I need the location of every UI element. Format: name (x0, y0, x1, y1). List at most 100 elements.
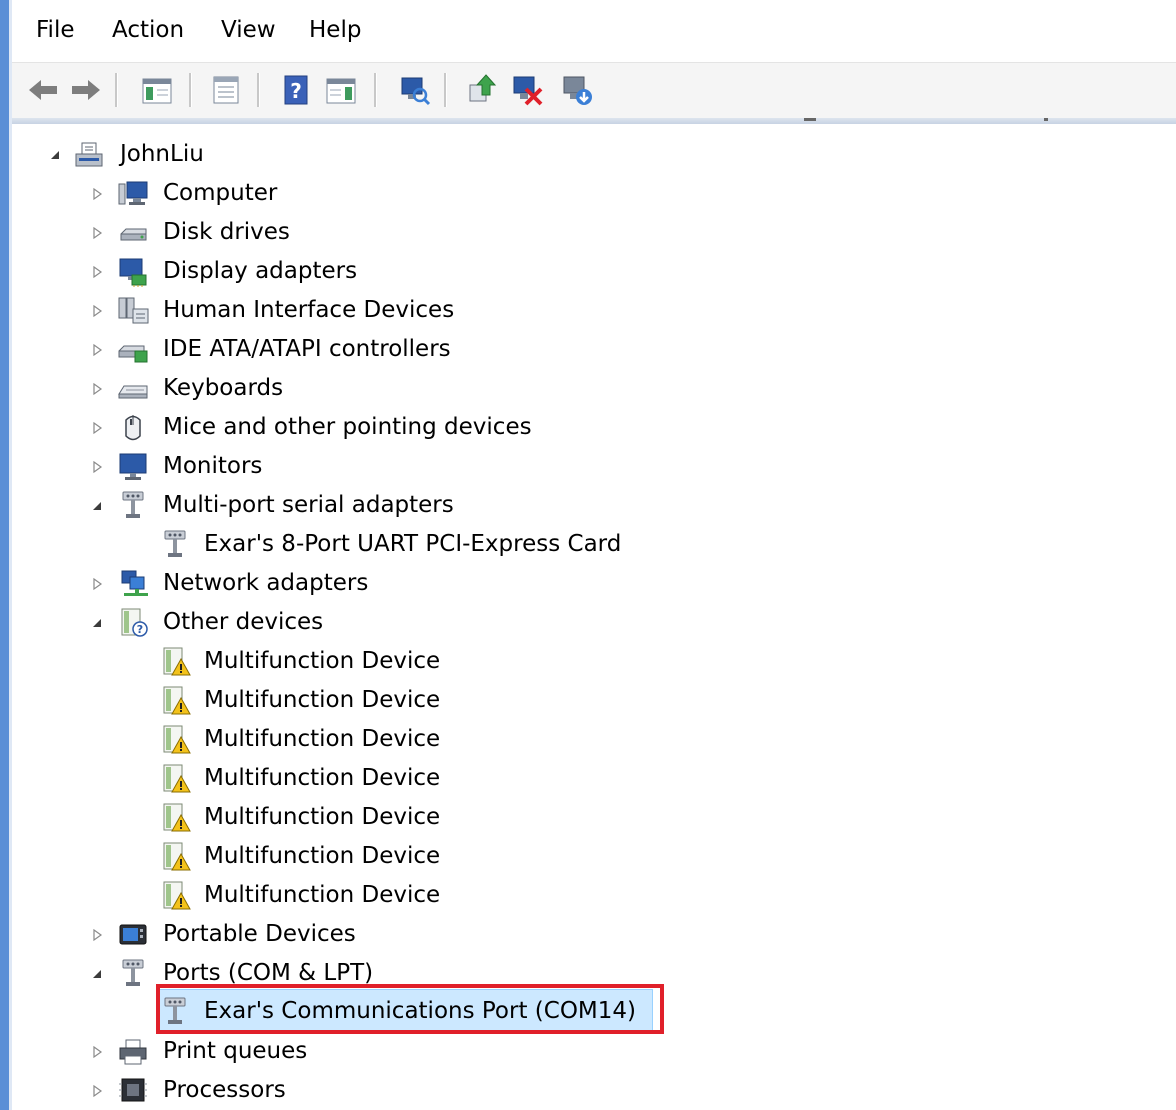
tree-node-ide[interactable]: IDE ATA/ATAPI controllers (12, 330, 512, 369)
tree-node-computer[interactable]: Computer (12, 174, 412, 213)
tree-node-label: Multifunction Device (204, 687, 441, 713)
tree-node-multifunction-device[interactable]: Multifunction Device (12, 681, 472, 720)
menu-file[interactable]: File (30, 14, 81, 46)
tree-node-multifunction-device[interactable]: Multifunction Device (12, 837, 472, 876)
expanded-arrow-icon[interactable] (90, 616, 104, 630)
tree-node-label: Multifunction Device (204, 648, 441, 674)
tree-node-root[interactable]: JohnLiu (12, 135, 312, 174)
show-hide-console-tree-icon[interactable] (138, 71, 176, 109)
tree-node-mice[interactable]: Mice and other pointing devices (12, 408, 612, 447)
warning-device-icon (158, 684, 192, 717)
column-marker (1044, 118, 1048, 121)
tree-node-label: Exar's 8-Port UART PCI-Express Card (204, 531, 622, 557)
collapsed-arrow-icon[interactable] (90, 226, 104, 240)
toolbar-separator (189, 73, 192, 107)
tree-node-label: Monitors (163, 453, 263, 479)
human-interface-device-icon (116, 294, 150, 327)
toolbar-separator (257, 73, 260, 107)
warning-device-icon (158, 840, 192, 873)
show-action-pane-icon[interactable] (322, 71, 360, 109)
svg-text:?: ? (290, 79, 302, 103)
tree-node-label: Multifunction Device (204, 804, 441, 830)
tree-node-label: Multifunction Device (204, 843, 441, 869)
menu-action[interactable]: Action (106, 14, 190, 46)
collapsed-arrow-icon[interactable] (90, 265, 104, 279)
tree-node-other-devices[interactable]: ? Other devices (12, 603, 412, 642)
disable-device-icon[interactable] (508, 71, 546, 109)
tree-node-multifunction-device[interactable]: Multifunction Device (12, 759, 472, 798)
warning-device-icon (158, 723, 192, 756)
collapsed-arrow-icon[interactable] (90, 187, 104, 201)
tree-node-print-queues[interactable]: Print queues (12, 1032, 412, 1071)
collapsed-arrow-icon[interactable] (90, 421, 104, 435)
display-adapter-icon (116, 255, 150, 288)
tree-node-label: Multifunction Device (204, 765, 441, 791)
menu-help[interactable]: Help (303, 14, 367, 46)
tree-node-exar-card[interactable]: Exar's 8-Port UART PCI-Express Card (12, 525, 632, 564)
tree-node-label: JohnLiu (120, 141, 204, 167)
tree-node-network-adapters[interactable]: Network adapters (12, 564, 412, 603)
tree-node-label: Keyboards (163, 375, 284, 401)
network-adapter-icon (116, 567, 150, 600)
column-marker (804, 118, 816, 121)
tree-node-label: Network adapters (163, 570, 369, 596)
toolbar: ? (12, 62, 1176, 119)
back-icon[interactable] (24, 71, 62, 109)
collapsed-arrow-icon[interactable] (90, 928, 104, 942)
warning-device-icon (158, 762, 192, 795)
collapsed-arrow-icon[interactable] (90, 460, 104, 474)
tree-node-label: Multifunction Device (204, 726, 441, 752)
tree-node-disk-drives[interactable]: Disk drives (12, 213, 412, 252)
monitor-icon (116, 450, 150, 483)
tree-node-multiport-serial[interactable]: Multi-port serial adapters (12, 486, 512, 525)
toolbar-separator (444, 73, 447, 107)
tree-node-label: Multifunction Device (204, 882, 441, 908)
collapsed-arrow-icon[interactable] (90, 1045, 104, 1059)
tree-node-display-adapters[interactable]: Display adapters (12, 252, 412, 291)
collapsed-arrow-icon[interactable] (90, 343, 104, 357)
ide-controller-icon (116, 333, 150, 366)
computer-icon (116, 177, 150, 210)
tree-node-label: Multi-port serial adapters (163, 492, 454, 518)
tree-node-multifunction-device[interactable]: Multifunction Device (12, 798, 472, 837)
menu-view[interactable]: View (215, 14, 282, 46)
update-driver-icon[interactable] (462, 71, 500, 109)
printer-icon (116, 1035, 150, 1068)
tree-node-processors[interactable]: Processors (12, 1071, 412, 1110)
uninstall-device-icon[interactable] (558, 71, 596, 109)
menu-bar: File Action View Help (12, 0, 1176, 62)
scan-hardware-changes-icon[interactable] (394, 71, 432, 109)
toolbar-separator (374, 73, 377, 107)
tree-node-label: Disk drives (163, 219, 290, 245)
tree-node-label: Processors (163, 1077, 286, 1103)
forward-icon[interactable] (67, 71, 105, 109)
tree-node-multifunction-device[interactable]: Multifunction Device (12, 720, 472, 759)
serial-port-icon (116, 957, 150, 990)
tree-node-monitors[interactable]: Monitors (12, 447, 412, 486)
expanded-arrow-icon[interactable] (90, 499, 104, 513)
serial-port-icon (116, 489, 150, 522)
disk-drive-icon (116, 216, 150, 249)
expanded-arrow-icon[interactable] (48, 148, 62, 162)
help-icon[interactable]: ? (277, 71, 315, 109)
tree-node-label: Portable Devices (163, 921, 356, 947)
tree-node-portable-devices[interactable]: Portable Devices (12, 915, 412, 954)
processor-icon (116, 1074, 150, 1107)
toolbar-separator (115, 73, 118, 107)
collapsed-arrow-icon[interactable] (90, 304, 104, 318)
collapsed-arrow-icon[interactable] (90, 1084, 104, 1098)
properties-icon[interactable] (207, 71, 245, 109)
tree-node-hid[interactable]: Human Interface Devices (12, 291, 512, 330)
tree-node-label: Other devices (163, 609, 324, 635)
warning-device-icon (158, 645, 192, 678)
expanded-arrow-icon[interactable] (90, 967, 104, 981)
keyboard-icon (116, 372, 150, 405)
device-tree: JohnLiu Computer Disk drives Display ada… (12, 124, 1176, 1110)
collapsed-arrow-icon[interactable] (90, 577, 104, 591)
serial-port-icon (158, 528, 192, 561)
collapsed-arrow-icon[interactable] (90, 382, 104, 396)
tree-node-multifunction-device[interactable]: Multifunction Device (12, 876, 472, 915)
tree-node-multifunction-device[interactable]: Multifunction Device (12, 642, 472, 681)
tree-node-keyboards[interactable]: Keyboards (12, 369, 412, 408)
mouse-icon (116, 411, 150, 444)
